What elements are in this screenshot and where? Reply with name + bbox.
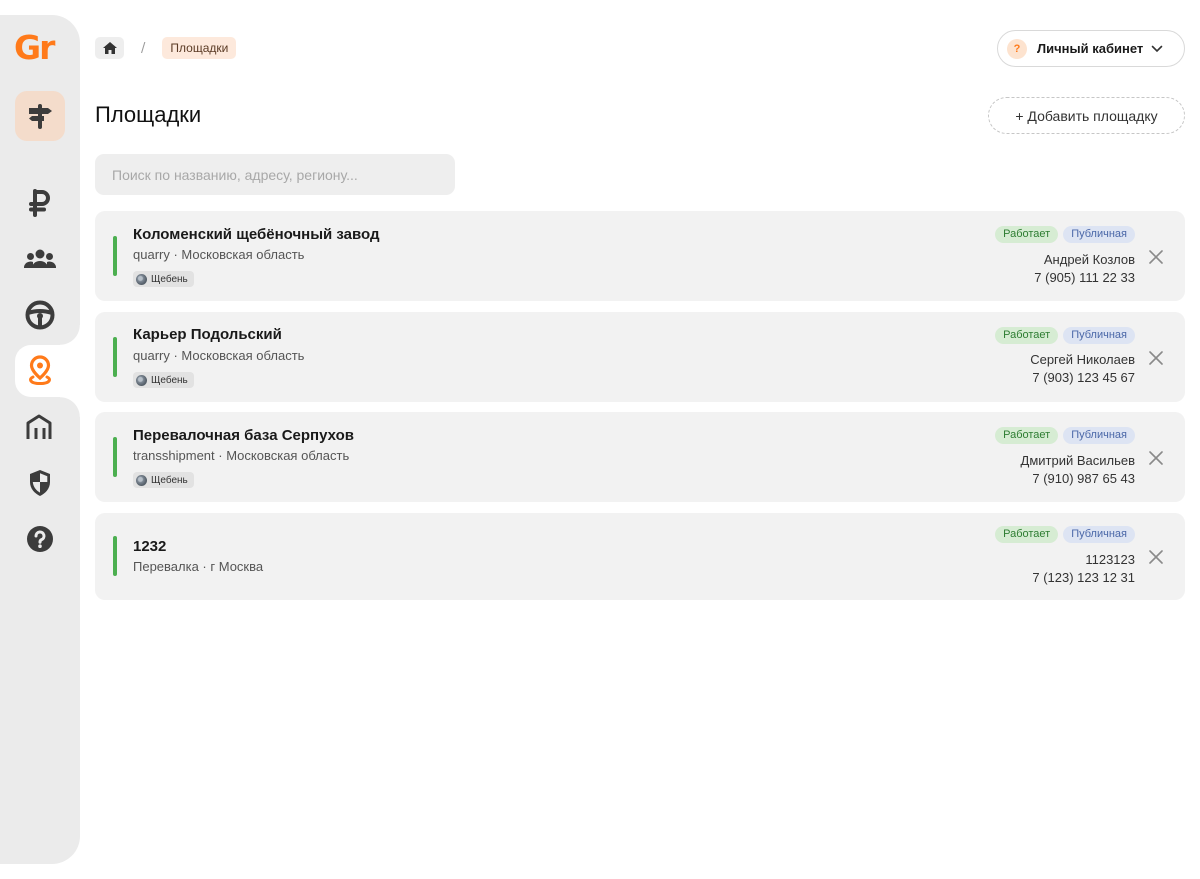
status-bar <box>113 236 117 276</box>
nav-finance[interactable] <box>15 178 65 228</box>
close-icon <box>1149 250 1163 264</box>
badges: Работает Публичная <box>995 327 1135 344</box>
gravel-icon <box>136 374 147 386</box>
brand-tile[interactable] <box>15 91 65 141</box>
sidebar: Gr <box>0 15 80 864</box>
status-badge: Работает <box>995 327 1059 344</box>
status-bar <box>113 437 117 477</box>
contact: 1123123 7 (123) 123 12 31 <box>1032 551 1135 587</box>
site-card[interactable]: Перевалочная база Серпухов transshipment… <box>95 412 1185 502</box>
shield-icon <box>30 470 50 496</box>
gravel-icon <box>136 273 147 285</box>
account-label: Личный кабинет <box>1037 41 1144 56</box>
home-icon <box>102 42 117 54</box>
site-name: Перевалочная база Серпухов <box>133 427 354 444</box>
delete-site-button[interactable] <box>1147 349 1165 367</box>
home-button[interactable] <box>95 37 124 59</box>
logo[interactable]: Gr <box>14 31 55 64</box>
breadcrumb-separator: / <box>141 40 146 56</box>
users-icon <box>24 249 56 268</box>
nav-drivers[interactable] <box>15 290 65 340</box>
warehouse-icon <box>26 414 52 439</box>
status-badge: Работает <box>995 226 1059 243</box>
contact-name: Дмитрий Васильев <box>1020 453 1135 468</box>
nav-users[interactable] <box>15 235 65 285</box>
help-icon <box>27 526 53 552</box>
delete-site-button[interactable] <box>1147 548 1165 566</box>
nav-security[interactable] <box>15 458 65 508</box>
badges: Работает Публичная <box>995 226 1135 243</box>
steering-wheel-icon <box>25 300 55 330</box>
status-badge: Работает <box>995 427 1059 444</box>
visibility-badge: Публичная <box>1063 526 1135 543</box>
nav-sites[interactable] <box>15 325 80 417</box>
site-subtitle: quarry · Московская область <box>133 247 305 262</box>
chevron-down-icon <box>1151 45 1163 52</box>
add-site-button[interactable]: + Добавить площадку <box>988 97 1185 134</box>
contact-phone: 7 (123) 123 12 31 <box>1032 570 1135 585</box>
contact-phone: 7 (910) 987 65 43 <box>1032 471 1135 486</box>
gravel-icon <box>136 474 147 486</box>
material-tag-label: Щебень <box>151 374 188 386</box>
visibility-badge: Публичная <box>1063 226 1135 243</box>
status-bar <box>113 536 117 576</box>
contact: Андрей Козлов 7 (905) 111 22 33 <box>1034 251 1135 287</box>
badges: Работает Публичная <box>995 427 1135 444</box>
site-subtitle: quarry · Московская область <box>133 348 305 363</box>
delete-site-button[interactable] <box>1147 248 1165 266</box>
search-input[interactable] <box>95 154 455 195</box>
status-bar <box>113 337 117 377</box>
nav-warehouses[interactable] <box>15 402 65 452</box>
breadcrumb: / Площадки <box>95 37 237 59</box>
delete-site-button[interactable] <box>1147 449 1165 467</box>
contact-name: 1123123 <box>1085 552 1135 567</box>
site-name: 1232 <box>133 538 167 555</box>
close-icon <box>1149 550 1163 564</box>
contact-name: Сергей Николаев <box>1030 352 1135 367</box>
close-icon <box>1149 451 1163 465</box>
contact-phone: 7 (905) 111 22 33 <box>1034 270 1135 285</box>
site-name: Карьер Подольский <box>133 326 282 343</box>
visibility-badge: Публичная <box>1063 427 1135 444</box>
status-badge: Работает <box>995 526 1059 543</box>
contact: Сергей Николаев 7 (903) 123 45 67 <box>1030 351 1135 387</box>
nav-help[interactable] <box>15 514 65 564</box>
ruble-icon <box>29 189 50 217</box>
account-button[interactable]: ? Личный кабинет <box>997 30 1185 67</box>
page-title: Площадки <box>95 102 202 127</box>
badges: Работает Публичная <box>995 526 1135 543</box>
site-subtitle: Перевалка · г Москва <box>133 559 264 574</box>
signpost-icon <box>29 104 52 129</box>
site-card[interactable]: 1232 Перевалка · г Москва Работает Публи… <box>95 513 1185 600</box>
material-tag: Щебень <box>133 372 194 388</box>
close-icon <box>1149 351 1163 365</box>
site-card[interactable]: Карьер Подольский quarry · Московская об… <box>95 312 1185 402</box>
location-pin-icon <box>29 355 51 386</box>
site-name: Коломенский щебёночный завод <box>133 226 380 243</box>
breadcrumb-current[interactable]: Площадки <box>162 37 237 59</box>
visibility-badge: Публичная <box>1063 327 1135 344</box>
material-tag-label: Щебень <box>151 273 188 285</box>
material-tag: Щебень <box>133 271 194 287</box>
account-question-icon: ? <box>1007 38 1027 59</box>
site-card[interactable]: Коломенский щебёночный завод quarry · Мо… <box>95 211 1185 301</box>
site-subtitle: transshipment · Московская область <box>133 448 350 463</box>
contact-phone: 7 (903) 123 45 67 <box>1032 370 1135 385</box>
contact: Дмитрий Васильев 7 (910) 987 65 43 <box>1021 452 1135 488</box>
material-tag: Щебень <box>133 472 194 488</box>
material-tag-label: Щебень <box>151 474 188 486</box>
contact-name: Андрей Козлов <box>1043 252 1135 267</box>
